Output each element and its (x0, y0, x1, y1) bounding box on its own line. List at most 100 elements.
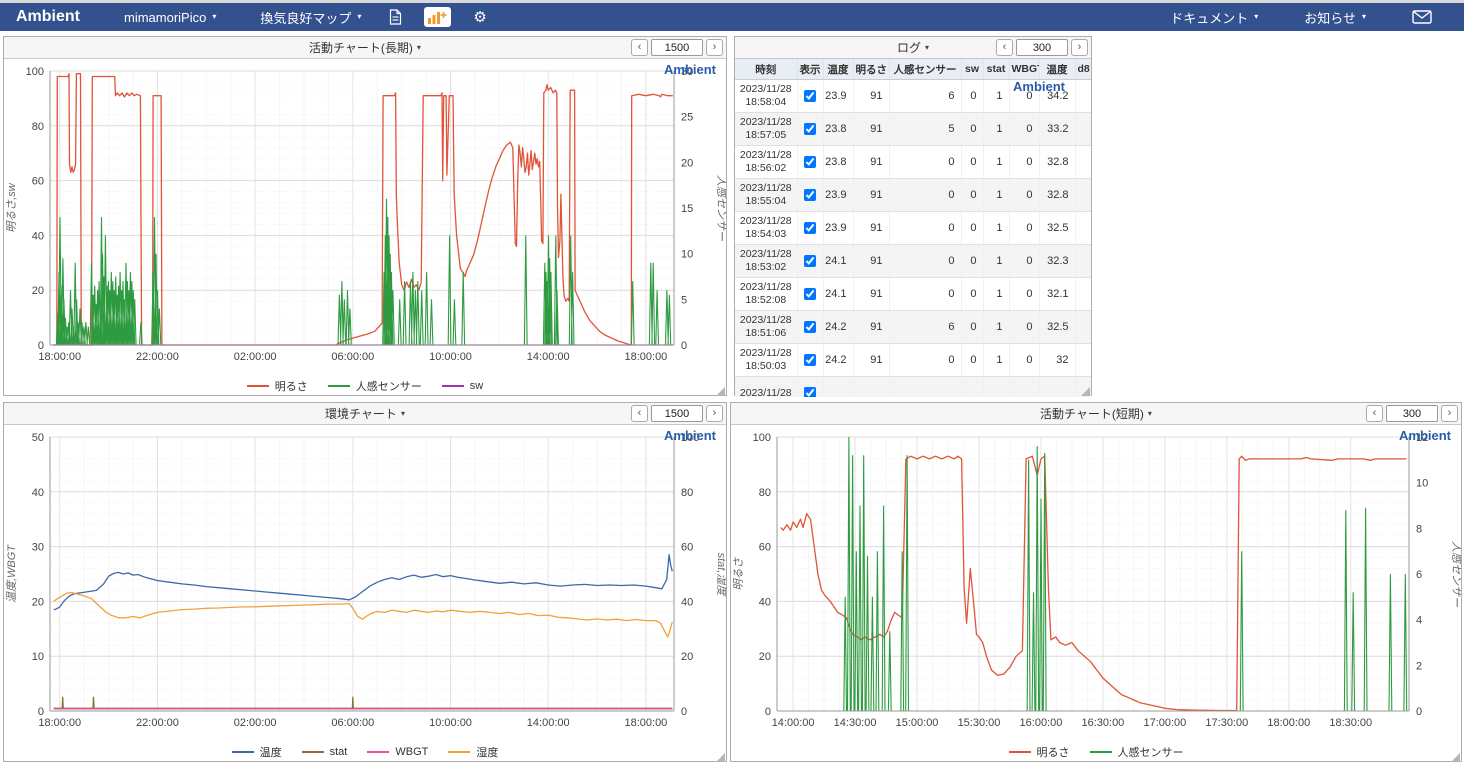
log-visible-checkbox[interactable] (804, 288, 816, 300)
ambient-dashboard: Ambient mimamoriPico ▾ 換気良好マップ ▾ ⚙ ドキュメン… (0, 0, 1464, 773)
svg-text:人感センサー: 人感センサー (1450, 541, 1461, 608)
log-value-cell: 0 (961, 245, 983, 278)
legend-line-swatch (247, 385, 269, 387)
log-value-cell: 1 (983, 212, 1009, 245)
legend-item[interactable]: WBGT (367, 744, 428, 760)
chevron-down-icon: ▾ (1148, 410, 1152, 418)
log-column-header: 時刻 (735, 59, 797, 80)
log-column-header: 温度 (823, 59, 853, 80)
log-value-cell: 32 (1039, 344, 1075, 377)
svg-text:8: 8 (1416, 523, 1422, 535)
svg-text:18:00:00: 18:00:00 (1267, 717, 1310, 729)
svg-text:18:00:00: 18:00:00 (624, 717, 667, 729)
legend-item[interactable]: 人感センサー (328, 378, 422, 394)
resize-handle[interactable] (1451, 753, 1460, 762)
log-timestamp: 2023/11/28 (735, 377, 797, 398)
log-visible-cell (797, 146, 823, 179)
log-value-cell (853, 377, 889, 398)
document-icon[interactable] (389, 9, 402, 25)
datapoints-input[interactable] (651, 39, 703, 56)
gear-icon[interactable]: ⚙ (473, 10, 486, 25)
log-timestamp: 2023/11/2818:50:03 (735, 344, 797, 377)
nav-map-label: 換気良好マップ (260, 8, 351, 27)
legend-item[interactable]: 人感センサー (1090, 744, 1184, 760)
panel-header: ログ ▾ ‹ › (735, 37, 1091, 59)
log-visible-checkbox[interactable] (804, 90, 816, 102)
datapoints-input[interactable] (651, 405, 703, 422)
brand-logo[interactable]: Ambient (16, 8, 80, 26)
ambient-watermark: Ambient (1013, 79, 1065, 94)
legend-label: WBGT (395, 746, 428, 758)
log-visible-checkbox[interactable] (804, 321, 816, 333)
svg-text:60: 60 (32, 176, 44, 188)
legend-item[interactable]: 明るさ (1009, 744, 1070, 760)
resize-handle[interactable] (716, 753, 725, 762)
panel-title-activity-long[interactable]: 活動チャート(長期) ▾ (4, 37, 726, 58)
legend-item[interactable]: 湿度 (448, 744, 498, 760)
log-row: 2023/11/2818:56:0223.891001032.8 (735, 146, 1091, 179)
log-visible-checkbox[interactable] (804, 387, 816, 397)
chart-legend: 明るさ 人感センサー (731, 744, 1461, 760)
page-next-button[interactable]: › (706, 39, 723, 56)
log-row: 2023/11/2818:51:0624.291601032.5 (735, 311, 1091, 344)
log-value-cell: 1 (983, 80, 1009, 113)
page-next-button[interactable]: › (1071, 39, 1088, 56)
log-visible-checkbox[interactable] (804, 222, 816, 234)
panel-title-label: 活動チャート(長期) (309, 39, 413, 56)
datapoints-input[interactable] (1386, 405, 1438, 422)
legend-item[interactable]: 明るさ (247, 378, 308, 394)
legend-label: 明るさ (275, 378, 308, 394)
resize-handle[interactable] (716, 387, 725, 396)
datapoints-input[interactable] (1016, 39, 1068, 56)
panel-body: Ambient 14:00:0014:30:0015:00:0015:30:00… (731, 425, 1461, 763)
page-prev-button[interactable]: ‹ (631, 39, 648, 56)
nav-news-menu[interactable]: お知らせ ▾ (1304, 8, 1366, 27)
svg-text:20: 20 (681, 651, 693, 663)
nav-docs-menu[interactable]: ドキュメント ▾ (1170, 8, 1258, 27)
log-table: 時刻表示温度明るさ人感センサーswstatWBGT温度d8 2023/11/28… (735, 59, 1091, 397)
legend-line-swatch (448, 751, 470, 753)
log-value-cell: 24.2 (823, 311, 853, 344)
add-chart-button[interactable] (424, 7, 451, 27)
log-timestamp: 2023/11/2818:53:02 (735, 245, 797, 278)
svg-text:10:00:00: 10:00:00 (429, 717, 472, 729)
panel-title-env[interactable]: 環境チャート ▾ (4, 403, 726, 424)
log-timestamp: 2023/11/2818:55:04 (735, 179, 797, 212)
log-value-cell: 91 (853, 80, 889, 113)
svg-text:18:00:00: 18:00:00 (624, 351, 667, 363)
log-visible-checkbox[interactable] (804, 156, 816, 168)
legend-label: 人感センサー (1118, 744, 1184, 760)
envelope-icon[interactable] (1412, 10, 1432, 24)
chevron-down-icon: ▾ (1254, 13, 1258, 21)
page-prev-button[interactable]: ‹ (1366, 405, 1383, 422)
panel-body: Ambient 時刻表示温度明るさ人感センサーswstatWBGT温度d8 20… (735, 59, 1091, 397)
legend-line-swatch (1090, 751, 1112, 753)
legend-item[interactable]: 温度 (232, 744, 282, 760)
log-visible-checkbox[interactable] (804, 123, 816, 135)
page-next-button[interactable]: › (706, 405, 723, 422)
log-value-cell (1075, 311, 1091, 344)
legend-item[interactable]: stat (302, 744, 348, 760)
log-value-cell: 0 (961, 179, 983, 212)
svg-text:18:00:00: 18:00:00 (38, 717, 81, 729)
resize-handle[interactable] (1081, 387, 1090, 396)
log-visible-checkbox[interactable] (804, 354, 816, 366)
log-visible-checkbox[interactable] (804, 189, 816, 201)
svg-text:15: 15 (681, 203, 693, 215)
chevron-down-icon: ▾ (401, 410, 405, 418)
chart-legend: 温度 stat WBGT 湿度 (4, 744, 726, 760)
log-visible-checkbox[interactable] (804, 255, 816, 267)
panel-header: 活動チャート(長期) ▾ ‹ › (4, 37, 726, 59)
page-next-button[interactable]: › (1441, 405, 1458, 422)
legend-item[interactable]: sw (442, 378, 483, 394)
nav-channel-menu[interactable]: mimamoriPico ▾ (124, 10, 216, 25)
log-value-cell: 0 (1009, 311, 1039, 344)
nav-map-menu[interactable]: 換気良好マップ ▾ (260, 8, 361, 27)
log-value-cell (983, 377, 1009, 398)
log-value-cell (1075, 146, 1091, 179)
log-timestamp: 2023/11/2818:51:06 (735, 311, 797, 344)
log-value-cell: 0 (1009, 179, 1039, 212)
page-prev-button[interactable]: ‹ (631, 405, 648, 422)
page-prev-button[interactable]: ‹ (996, 39, 1013, 56)
panel-title-activity-short[interactable]: 活動チャート(短期) ▾ (731, 403, 1461, 424)
